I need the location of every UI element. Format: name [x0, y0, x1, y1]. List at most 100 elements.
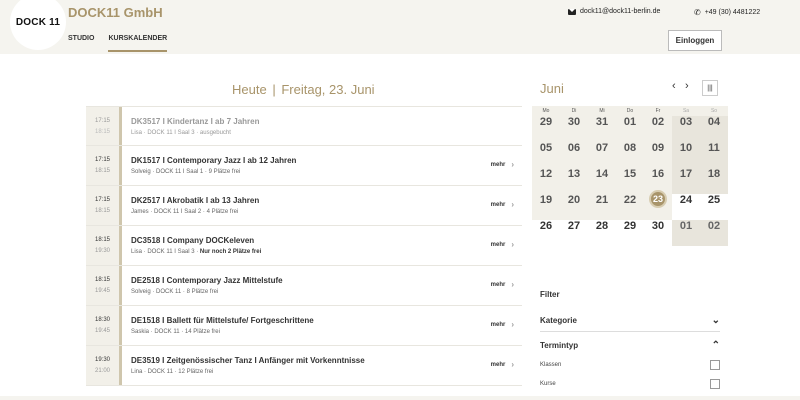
envelope-icon [568, 8, 576, 15]
nav-item-studio[interactable]: STUDIO [68, 35, 94, 52]
more-link[interactable]: mehr › [491, 200, 514, 209]
filter-title: Filter [540, 290, 560, 299]
calendar-day[interactable]: 19 [532, 194, 560, 220]
course-row[interactable]: 18:30 19:45 DE1518 I Ballett für Mittels… [86, 306, 522, 346]
calendar-day[interactable]: 27 [560, 220, 588, 246]
course-title: DK2517 I Akrobatik I ab 13 Jahren [131, 196, 260, 205]
course-row[interactable]: 17:15 18:15 DK1517 I Contemporary Jazz I… [86, 146, 522, 186]
calendar-day[interactable]: 29 [532, 116, 560, 142]
course-row[interactable]: 17:15 18:15 DK3517 I Kindertanz I ab 7 J… [86, 106, 522, 146]
time-slot: 17:15 18:15 [86, 186, 122, 225]
weekday-header: Mo Di Mi Do Fr Sa So [532, 106, 728, 116]
more-link[interactable]: mehr › [491, 240, 514, 249]
calendar-day[interactable]: 06 [560, 142, 588, 168]
more-link[interactable]: mehr › [491, 320, 514, 329]
end-time: 18:15 [94, 208, 110, 214]
course-meta-text: James · DOCK 11 I Saal 2 · 4 Plätze frei [131, 209, 239, 215]
calendar-day[interactable]: 29 [616, 220, 644, 246]
course-row[interactable]: 19:30 21:00 DE3519 I Zeitgenössischer Ta… [86, 346, 522, 386]
calendar-day[interactable]: 18 [700, 168, 728, 194]
chevron-right-icon: › [511, 200, 514, 209]
calendar-day[interactable]: 03 [672, 116, 700, 142]
heading-separator: | [272, 82, 276, 97]
calendar-day[interactable]: 10 [672, 142, 700, 168]
calendar-day[interactable]: 09 [644, 142, 672, 168]
more-link[interactable]: mehr › [491, 280, 514, 289]
course-title: DE1518 I Ballett für Mittelstufe/ Fortge… [131, 316, 314, 325]
contact-phone[interactable]: ✆ +49 (30) 4481222 [694, 8, 760, 17]
course-info: DE1518 I Ballett für Mittelstufe/ Fortge… [122, 306, 522, 345]
calendar-day-today[interactable]: 23 [644, 190, 672, 220]
chevron-left-icon[interactable]: ‹ [672, 80, 676, 92]
checkbox[interactable] [710, 379, 720, 389]
course-info: DK3517 I Kindertanz I ab 7 Jahren Lisa ·… [122, 107, 522, 145]
filter-type-toggle[interactable]: Termintyp ⌃ [540, 334, 720, 356]
chevron-right-icon[interactable]: › [685, 80, 689, 92]
end-time: 18:15 [94, 128, 110, 135]
more-label: mehr [490, 161, 506, 168]
calendar-day[interactable]: 20 [560, 194, 588, 220]
logo[interactable]: DOCK 11 [10, 0, 66, 50]
time-slot: 18:15 19:30 [86, 226, 122, 265]
course-info: DE2518 I Contemporary Jazz Mittelstufe S… [122, 266, 522, 305]
end-time: 21:00 [94, 368, 110, 374]
calendar-day[interactable]: 24 [672, 194, 700, 220]
email-text: dock11@dock11-berlin.de [580, 8, 661, 15]
course-row[interactable]: 17:15 18:15 DK2517 I Akrobatik I ab 13 J… [86, 186, 522, 226]
course-row[interactable]: 18:15 19:30 DC3518 I Company DOCKeleven … [86, 226, 522, 266]
calendar-day[interactable]: 04 [700, 116, 728, 142]
phone-icon: ✆ [694, 8, 701, 17]
calendar-day[interactable]: 05 [532, 142, 560, 168]
company-name: DOCK11 GmbH [68, 5, 163, 20]
end-time: 19:45 [94, 328, 110, 334]
start-time: 17:15 [94, 157, 110, 163]
calendar-day[interactable]: 14 [588, 168, 616, 194]
end-time: 19:45 [94, 288, 110, 294]
chevron-right-icon: › [511, 160, 514, 169]
calendar-grid: Mo Di Mi Do Fr Sa So 29 30 31 01 02 03 0… [532, 106, 728, 246]
nav-item-kurskalender[interactable]: KURSKALENDER [108, 35, 168, 52]
course-title: DC3518 I Company DOCKeleven [131, 236, 255, 245]
calendar-day[interactable]: 15 [616, 168, 644, 194]
calendar-day[interactable]: 30 [560, 116, 588, 142]
filter-option-klassen[interactable]: Klassen [540, 360, 720, 370]
chevron-down-icon: ⌄ [711, 315, 720, 326]
more-link[interactable]: mehr › [491, 360, 514, 369]
login-button[interactable]: Einloggen [668, 30, 722, 51]
grid-view-icon[interactable]: ||| [702, 80, 718, 96]
contact-email[interactable]: dock11@dock11-berlin.de [568, 8, 660, 15]
course-meta-text: Lina · DOCK 11 · 12 Plätze frei [131, 369, 214, 375]
start-time: 17:15 [94, 197, 110, 203]
course-meta: Lina · DOCK 11 · 12 Plätze frei [131, 369, 522, 375]
calendar-day[interactable]: 08 [616, 142, 644, 168]
calendar-day[interactable]: 17 [672, 168, 700, 194]
calendar-day[interactable]: 25 [700, 194, 728, 220]
calendar-day[interactable]: 31 [588, 116, 616, 142]
chevron-right-icon: › [511, 320, 514, 329]
calendar-day[interactable]: 30 [644, 220, 672, 246]
calendar-day[interactable]: 07 [588, 142, 616, 168]
calendar-day[interactable]: 22 [616, 194, 644, 220]
calendar-day[interactable]: 01 [616, 116, 644, 142]
course-row[interactable]: 18:15 19:45 DE2518 I Contemporary Jazz M… [86, 266, 522, 306]
calendar-day[interactable]: 01 [672, 220, 700, 246]
calendar-day[interactable]: 21 [588, 194, 616, 220]
calendar-day[interactable]: 02 [700, 220, 728, 246]
calendar-day[interactable]: 11 [700, 142, 728, 168]
more-link[interactable]: mehr › [491, 160, 514, 169]
calendar-day[interactable]: 28 [588, 220, 616, 246]
calendar-day[interactable]: 26 [532, 220, 560, 246]
start-time: 19:30 [94, 357, 110, 363]
calendar-day[interactable]: 02 [644, 116, 672, 142]
weekday-label: Di [571, 108, 577, 114]
filter-category-toggle[interactable]: Kategorie ⌄ [540, 310, 720, 332]
filter-option-kurse[interactable]: Kurse [540, 379, 720, 389]
weekday-label: Do [626, 108, 634, 114]
time-slot: 19:30 21:00 [86, 346, 122, 385]
checkbox[interactable] [710, 360, 720, 370]
calendar-weeks: 29 30 31 01 02 03 04 05 06 07 08 09 10 1… [532, 116, 728, 246]
calendar-day[interactable]: 13 [560, 168, 588, 194]
start-time: 18:15 [94, 277, 110, 283]
calendar-day[interactable]: 12 [532, 168, 560, 194]
time-slot: 17:15 18:15 [86, 146, 122, 185]
